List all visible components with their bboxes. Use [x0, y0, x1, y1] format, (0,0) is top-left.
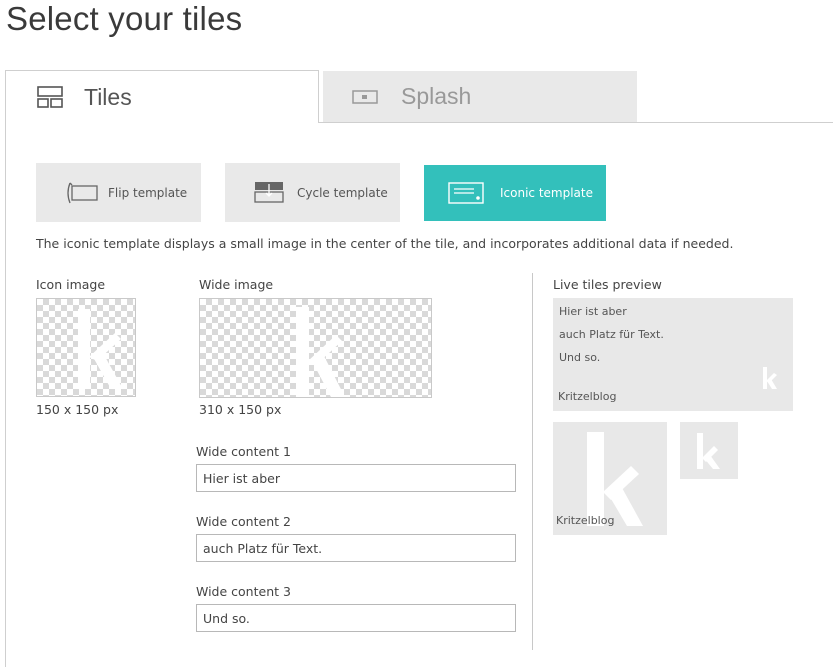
tab-tiles-label: Tiles: [84, 83, 132, 110]
tab-tiles[interactable]: Tiles: [5, 70, 319, 123]
tiles-icon: [36, 85, 64, 109]
tiles-panel: [5, 122, 833, 667]
page-title: Select your tiles: [6, 0, 243, 37]
splash-icon: [351, 85, 379, 109]
tab-splash[interactable]: Splash: [323, 71, 637, 122]
tab-splash-label: Splash: [401, 83, 472, 109]
